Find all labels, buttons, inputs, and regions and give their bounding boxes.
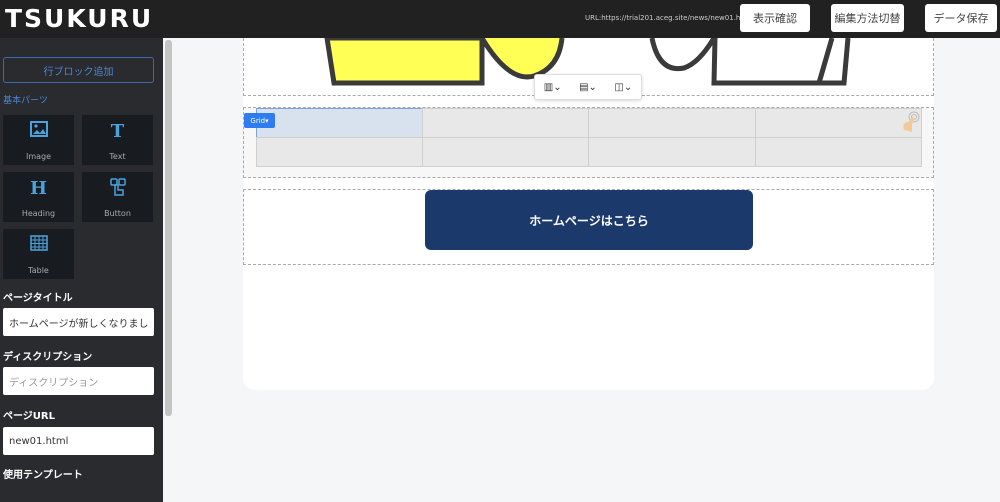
grid-cell[interactable] bbox=[755, 137, 922, 167]
homepage-link-button[interactable]: ホームページはこちら bbox=[425, 190, 753, 250]
table-icon bbox=[3, 235, 74, 255]
page-url-display: URL:https://trial201.aceg.site/news/new0… bbox=[585, 14, 752, 22]
description-label: ディスクリプション bbox=[3, 352, 93, 363]
page-url-input[interactable]: new01.html bbox=[3, 427, 154, 455]
logo: TSUKURU bbox=[5, 4, 154, 33]
part-button[interactable]: Button bbox=[82, 172, 153, 222]
sidebar-scrollbar[interactable] bbox=[165, 40, 172, 416]
switch-edit-mode-button[interactable]: 編集方法切替 bbox=[831, 4, 904, 32]
save-data-button[interactable]: データ保存 bbox=[925, 4, 997, 32]
part-label: Heading bbox=[21, 209, 56, 218]
grid-cell[interactable] bbox=[588, 137, 756, 167]
grid-toolbar: ▥⌄ ▤⌄ ◫⌄ bbox=[534, 74, 642, 100]
merge-cells-icon[interactable]: ◫⌄ bbox=[614, 82, 632, 93]
top-header: TSUKURU URL:https://trial201.aceg.site/n… bbox=[0, 0, 1000, 38]
part-table[interactable]: Table bbox=[3, 229, 74, 279]
grid-cell[interactable] bbox=[422, 137, 589, 167]
row-split-icon[interactable]: ▤⌄ bbox=[579, 82, 597, 93]
part-heading[interactable]: H Heading bbox=[3, 172, 74, 222]
description-input[interactable]: ディスクリプション bbox=[3, 367, 154, 395]
page-url-label: ページURL bbox=[3, 411, 55, 422]
sidebar: 行ブロック追加 基本パーツ Image T Text H Heading But… bbox=[0, 38, 163, 502]
page-title-label: ページタイトル bbox=[3, 293, 73, 304]
page-title-input[interactable]: ホームページが新しくなりまし bbox=[3, 308, 154, 336]
heading-icon: H bbox=[29, 178, 47, 199]
text-icon: T bbox=[110, 121, 125, 142]
part-label: Text bbox=[109, 152, 126, 161]
grid-cell[interactable] bbox=[422, 108, 589, 138]
preview-button[interactable]: 表示確認 bbox=[740, 4, 810, 32]
column-split-icon[interactable]: ▥⌄ bbox=[544, 82, 562, 93]
add-row-block-button[interactable]: 行ブロック追加 bbox=[3, 57, 154, 83]
drag-hand-icon[interactable] bbox=[900, 110, 922, 134]
grid-cell[interactable] bbox=[588, 108, 756, 138]
grid-cell-selected[interactable] bbox=[256, 108, 423, 138]
part-label: Button bbox=[104, 209, 131, 218]
part-text[interactable]: T Text bbox=[82, 115, 153, 165]
button-icon bbox=[82, 178, 153, 198]
part-label: Image bbox=[25, 152, 52, 161]
grid-cell[interactable] bbox=[256, 137, 423, 167]
grid-cell[interactable] bbox=[755, 108, 922, 138]
grid-menu-badge[interactable]: Grid▾ bbox=[244, 113, 275, 128]
part-image[interactable]: Image bbox=[3, 115, 74, 165]
basic-parts-heading: 基本パーツ bbox=[3, 96, 48, 106]
image-icon bbox=[3, 121, 74, 141]
part-label: Table bbox=[28, 266, 49, 275]
template-label: 使用テンプレート bbox=[3, 470, 83, 481]
